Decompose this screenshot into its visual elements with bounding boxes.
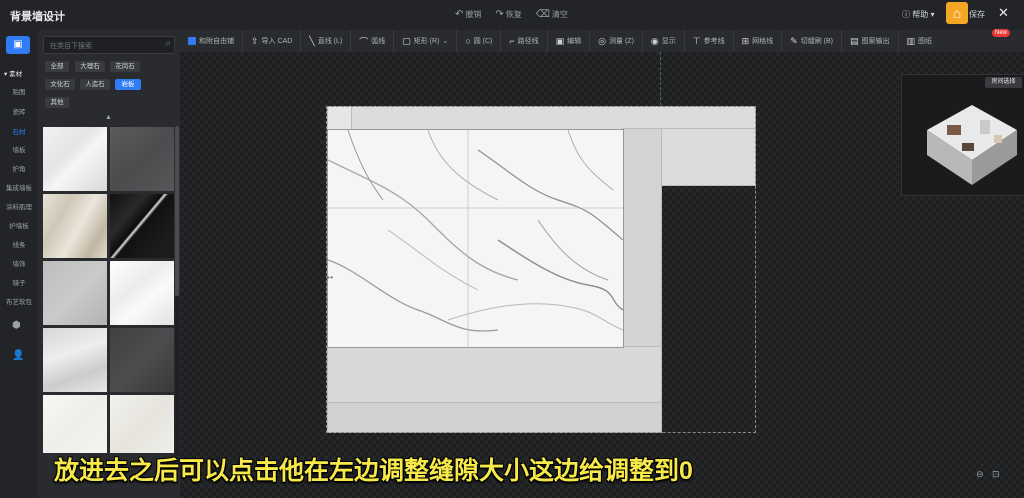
- filter-chip[interactable]: 大理石: [75, 61, 105, 72]
- redo-button[interactable]: ↷ 恢复: [495, 9, 521, 20]
- zoom-icon[interactable]: ⊖: [976, 469, 984, 480]
- filter-chip-active[interactable]: 岩板: [115, 79, 141, 90]
- brush-icon: ✎: [790, 35, 798, 46]
- help-icon: ⓘ: [902, 10, 913, 19]
- rail-item[interactable]: 布艺软包: [0, 296, 38, 306]
- rail-item[interactable]: 贴图: [0, 86, 38, 96]
- material-thumbnail[interactable]: [43, 194, 107, 258]
- filter-chip[interactable]: 其他: [45, 97, 69, 108]
- redo-icon: ↷: [495, 9, 504, 20]
- title-actions: ↶ 撤销 ↷ 恢复 ⌫ 清空: [455, 9, 568, 20]
- material-thumbnail[interactable]: [110, 194, 174, 258]
- material-thumbnail[interactable]: [43, 261, 107, 325]
- toolbar: 和附自由铺 ⇪ 导入 CAD ╲ 直线 (L) ⌒ 弧线 ▢ 矩形 (R) ⌄ ○ 圆 (C…: [180, 30, 1024, 52]
- path-icon: ⌐: [509, 36, 515, 46]
- tool-arc[interactable]: ⌒ 弧线: [351, 30, 395, 52]
- undo-button[interactable]: ↶ 撤销: [455, 9, 481, 20]
- rect-icon: ▢: [402, 35, 411, 46]
- eraser-icon: ⌫: [535, 9, 550, 20]
- rail-category-head[interactable]: ▾ 素材: [4, 68, 22, 78]
- tool-pattern-output[interactable]: ▤ 图案输出: [842, 30, 899, 52]
- fit-view-icon[interactable]: ⊡: [992, 469, 1000, 480]
- home-logo-icon[interactable]: ⌂: [946, 2, 968, 24]
- tool-drawing[interactable]: ▥ 图纸: [899, 30, 941, 52]
- circle-icon: ○: [465, 36, 471, 46]
- material-thumbnail[interactable]: [110, 328, 174, 392]
- video-subtitle: 放进去之后可以点击他在左边调整缝隙大小这边给调整到0: [54, 457, 693, 485]
- selection-bounds: [326, 106, 756, 433]
- help-button[interactable]: ⓘ 帮助 ▾: [902, 9, 934, 20]
- tool-edit[interactable]: ▣ 编辑: [548, 30, 591, 52]
- grid-icon: ⊞: [741, 35, 750, 46]
- search-input[interactable]: 在类目下搜索 ⌕: [43, 36, 175, 54]
- filter-chip[interactable]: 全部: [45, 61, 69, 72]
- collapse-up-icon[interactable]: ▲: [105, 114, 112, 121]
- rail-item[interactable]: 石材: [0, 126, 38, 136]
- scrollbar-thumb[interactable]: [175, 126, 179, 296]
- search-placeholder: 在类目下搜索: [50, 43, 92, 50]
- tool-display[interactable]: ◉ 显示: [643, 30, 685, 52]
- checkbox-icon[interactable]: [188, 37, 196, 45]
- filter-chip[interactable]: 人造石: [80, 79, 110, 90]
- user-icon[interactable]: 👤: [12, 350, 24, 361]
- tool-measure[interactable]: ◎ 测量 (Z): [590, 30, 643, 52]
- rail-item[interactable]: 瓷砖: [0, 106, 38, 116]
- material-thumbnail[interactable]: [110, 127, 174, 191]
- filter-chip[interactable]: 花岗石: [110, 61, 140, 72]
- save-button[interactable]: 保存: [969, 9, 985, 20]
- arc-icon: ⌒: [359, 36, 369, 47]
- new-badge: New: [992, 29, 1011, 37]
- rail-item[interactable]: 镜子: [0, 277, 38, 287]
- rail-item[interactable]: 涂料肌理: [0, 201, 38, 211]
- measure-icon: ◎: [598, 35, 607, 46]
- map-icon: ▥: [906, 35, 916, 46]
- rail-item[interactable]: 集成墙板: [0, 182, 38, 192]
- close-icon[interactable]: ✕: [998, 5, 1009, 21]
- rail-item[interactable]: 护墙板: [0, 220, 38, 230]
- chevron-down-icon: ⌄: [442, 38, 449, 45]
- tool-free-tile[interactable]: 和附自由铺: [180, 30, 243, 52]
- material-library-button[interactable]: ▣: [6, 36, 30, 54]
- app-title: 背景墙设计: [10, 11, 65, 23]
- rail-item[interactable]: 线条: [0, 239, 38, 249]
- clear-button[interactable]: ⌫ 清空: [536, 9, 568, 20]
- undo-icon: ↶: [455, 9, 464, 20]
- tool-seam-brush[interactable]: ✎ 切缝刷 (B): [782, 30, 842, 52]
- import-icon: ⇪: [251, 35, 259, 46]
- library-icon: ▣: [13, 39, 23, 50]
- tool-grid[interactable]: ⊞ 网格线: [734, 30, 783, 52]
- tool-circle[interactable]: ○ 圆 (C): [457, 30, 502, 52]
- tool-rect[interactable]: ▢ 矩形 (R) ⌄: [394, 30, 458, 52]
- tool-path[interactable]: ⌐ 路径线: [501, 30, 548, 52]
- tool-guide[interactable]: ⊤ 参考线: [685, 30, 734, 52]
- rail-item[interactable]: 墙板: [0, 144, 38, 154]
- search-icon[interactable]: ⌕: [165, 38, 171, 49]
- material-thumbnail[interactable]: [43, 127, 107, 191]
- material-thumbnail[interactable]: [43, 328, 107, 392]
- title-bar: 背景墙设计 ↶ 撤销 ↷ 恢复 ⌫ 清空 ⓘ 帮助 ▾ ⌂ 保存 ✕: [0, 0, 1024, 30]
- tool-import-cad[interactable]: ⇪ 导入 CAD: [243, 30, 302, 52]
- room-minimap[interactable]: [901, 74, 1024, 196]
- eye-icon: ◉: [650, 35, 659, 46]
- cube-icon[interactable]: ⬢: [12, 320, 21, 331]
- filter-chip[interactable]: 文化石: [45, 79, 75, 90]
- rail-item[interactable]: 护角: [0, 163, 38, 173]
- line-icon: ╲: [309, 35, 315, 46]
- material-thumbnail[interactable]: [110, 395, 174, 453]
- room-select-button[interactable]: 房间选择: [985, 77, 1022, 88]
- rail-item[interactable]: 墙饰: [0, 258, 38, 268]
- tool-line[interactable]: ╲ 直线 (L): [301, 30, 352, 52]
- material-thumbnail[interactable]: [43, 395, 107, 453]
- output-icon: ▤: [850, 35, 859, 46]
- resize-cursor-icon: ↔: [325, 271, 335, 282]
- room-3d-preview-icon: [927, 105, 1017, 185]
- material-thumbnail[interactable]: [110, 261, 174, 325]
- guide-icon: ⊤: [692, 35, 701, 46]
- edit-icon: ▣: [555, 35, 565, 46]
